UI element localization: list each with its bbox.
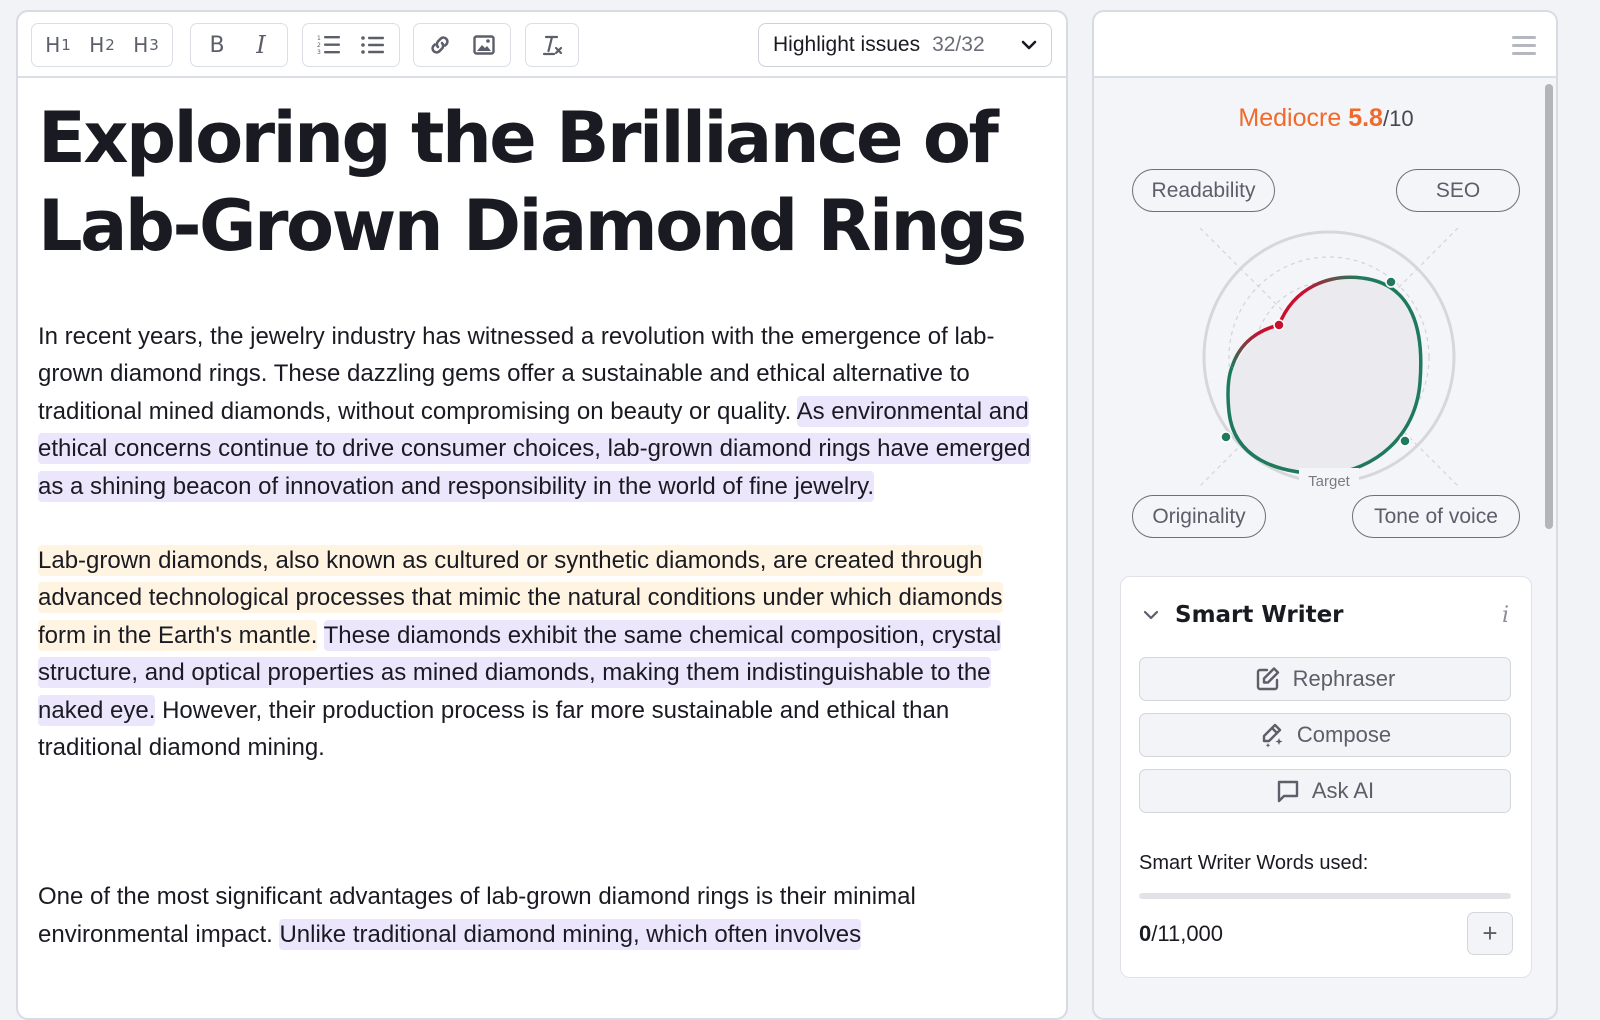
readability-point [1273,319,1285,331]
bullet-list-icon [361,36,384,54]
score-max: /10 [1382,106,1414,131]
text-segment [317,622,323,649]
link-icon [431,36,449,54]
editor-pane: H1 H2 H3 B I 123 Highlight issues 32/32 … [16,10,1068,1020]
highlight-issues-dropdown[interactable]: Highlight issues 32/32 [758,23,1052,67]
highlighted-issue[interactable]: Unlike traditional diamond mining, which… [279,918,862,950]
svg-text:3: 3 [317,49,321,56]
edit-icon [1256,667,1279,691]
ordered-list-button[interactable]: 123 [309,27,349,63]
svg-text:1: 1 [317,35,321,42]
smart-writer-header[interactable]: Smart Writer i [1143,599,1509,631]
plus-icon: + [1482,918,1498,948]
clear-format-icon [542,35,563,56]
text-segment: However, their production process is far… [38,696,950,762]
tone-of-voice-point [1399,435,1411,447]
paragraph[interactable]: One of the most significant advantages o… [38,878,1046,953]
smart-writer-card: Smart Writer i Rephraser Compose Ask AI … [1120,576,1532,978]
chat-bubble-icon [1277,780,1299,803]
target-label: Target [1308,473,1351,490]
bold-button[interactable]: B [197,27,237,63]
chevron-down-icon[interactable] [1143,609,1159,621]
seo-pill[interactable]: SEO [1396,169,1520,212]
ask-ai-button[interactable]: Ask AI [1139,769,1511,813]
list-group: 123 [302,23,400,67]
svg-text:2: 2 [317,42,321,49]
panel-header [1094,12,1556,78]
heading-1-button[interactable]: H1 [38,27,78,63]
image-icon [473,35,495,55]
paragraph[interactable]: Lab-grown diamonds, also known as cultur… [38,542,1046,766]
originality-point [1220,431,1232,443]
hamburger-menu-icon[interactable] [1512,36,1536,56]
paragraph[interactable]: In recent years, the jewelry industry ha… [38,318,1046,505]
heading-group: H1 H2 H3 [31,23,173,67]
insert-group [413,23,511,67]
score-radar-chart: Target [1199,227,1459,490]
highlight-issues-label: Highlight issues [773,33,921,56]
add-words-button[interactable]: + [1467,912,1513,955]
link-button[interactable] [420,27,460,63]
italic-button[interactable]: I [241,27,281,63]
words-used-label: Smart Writer Words used: [1139,852,1369,874]
magic-pen-icon [1262,723,1283,748]
image-button[interactable] [464,27,504,63]
readability-pill[interactable]: Readability [1132,169,1275,212]
chevron-down-icon [1021,40,1037,50]
document-body[interactable]: Exploring the Brilliance of Lab-Grown Di… [18,78,1066,953]
ordered-list-icon: 123 [317,35,340,56]
score-value: 5.8 [1348,104,1383,132]
seo-point [1385,276,1397,288]
heading-2-button[interactable]: H2 [82,27,122,63]
panel-scrollbar[interactable] [1545,84,1553,529]
text-style-group: B I [190,23,288,67]
bold-icon: B [209,32,225,58]
words-used-count: 0/11,000 [1139,921,1224,946]
info-icon[interactable]: i [1502,603,1509,628]
clear-group [525,23,579,67]
issues-count: 32/32 [932,33,985,56]
assistant-panel: Mediocre 5.8/10 Readability SEO Original… [1092,10,1558,1020]
words-used-progress [1139,893,1511,899]
editor-toolbar: H1 H2 H3 B I 123 Highlight issues 32/32 [18,12,1066,78]
italic-icon: I [256,31,266,59]
heading-3-button[interactable]: H3 [126,27,166,63]
score-rating: Mediocre [1238,104,1342,132]
bullet-list-button[interactable] [353,27,393,63]
smart-writer-title: Smart Writer [1175,602,1344,628]
compose-button[interactable]: Compose [1139,713,1511,757]
clear-format-button[interactable] [532,27,572,63]
overall-score: Mediocre 5.8/10 [1094,104,1556,133]
rephraser-button[interactable]: Rephraser [1139,657,1511,701]
document-title[interactable]: Exploring the Brilliance of Lab-Grown Di… [38,94,1046,270]
